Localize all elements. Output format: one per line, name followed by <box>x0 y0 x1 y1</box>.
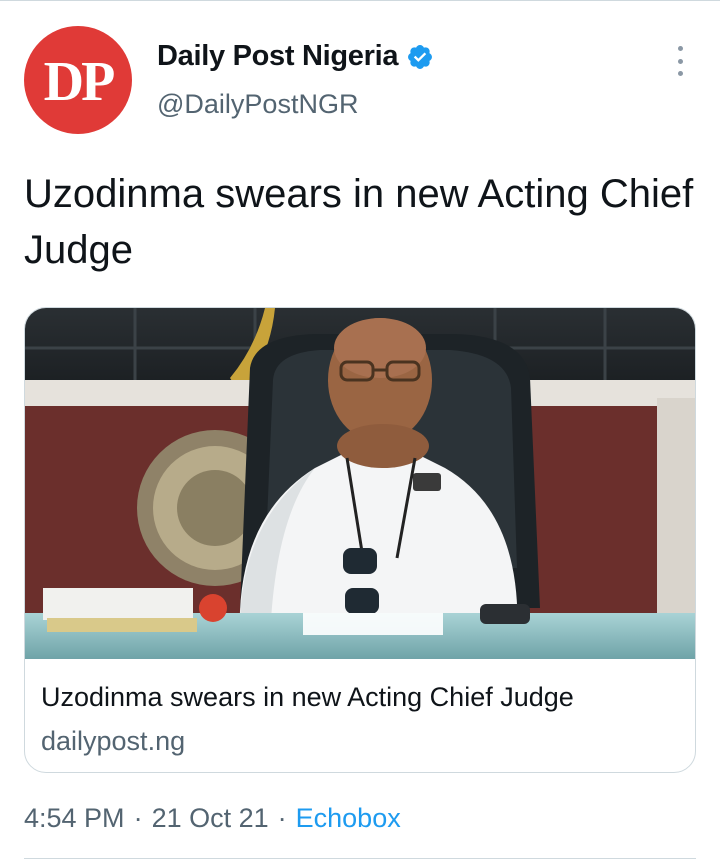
tweet-text: Uzodinma swears in new Acting Chief Judg… <box>24 172 694 272</box>
meta-separator: · <box>277 803 287 833</box>
tweet-source[interactable]: Echobox <box>296 803 401 834</box>
author-names: Daily Post Nigeria @DailyPostNGR <box>157 40 434 120</box>
tweet-time[interactable]: 4:54 PM <box>24 803 125 834</box>
card-title[interactable]: Uzodinma swears in new Acting Chief Judg… <box>41 682 574 713</box>
avatar[interactable]: DP <box>24 26 132 134</box>
display-name[interactable]: Daily Post Nigeria <box>157 40 398 73</box>
avatar-logo: DP <box>43 51 116 113</box>
handle[interactable]: @DailyPostNGR <box>157 89 434 120</box>
verified-badge-icon <box>408 44 433 69</box>
more-options-icon[interactable] <box>668 46 692 76</box>
card-image <box>25 308 695 659</box>
link-card[interactable]: Uzodinma swears in new Acting Chief Judg… <box>24 307 696 773</box>
bottom-divider <box>24 858 696 859</box>
meta-separator: · <box>133 803 143 833</box>
tweet-header: DP Daily Post Nigeria @DailyPostNGR <box>24 26 696 136</box>
top-divider <box>0 0 720 1</box>
tweet-meta: 4:54 PM · 21 Oct 21 · Echobox <box>24 803 401 834</box>
card-domain[interactable]: dailypost.ng <box>41 726 185 757</box>
tweet-date[interactable]: 21 Oct 21 <box>152 803 269 834</box>
